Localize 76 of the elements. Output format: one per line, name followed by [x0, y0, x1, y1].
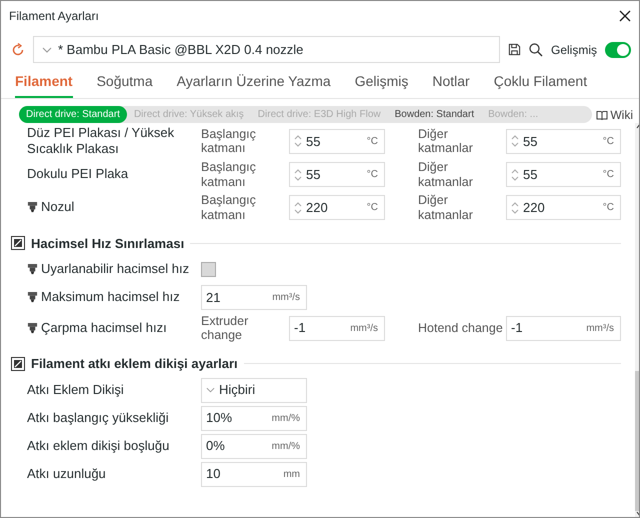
refresh-icon[interactable]: [11, 42, 25, 56]
number-field[interactable]: 55 °C: [289, 162, 385, 187]
unit-label: mm: [283, 468, 300, 482]
field-label: Diğer katmanlar: [418, 126, 474, 156]
preset-dropdown[interactable]: * Bambu PLA Basic @BBL X2D 0.4 nozzle: [33, 36, 500, 63]
number-field[interactable]: -1 mm³/s: [506, 316, 621, 340]
unit-label: mm/%: [272, 412, 300, 426]
setting-label: Atkı Eklem Dikişi: [27, 382, 124, 398]
unit-label: °C: [366, 201, 378, 215]
unit-label: mm³/s: [350, 322, 378, 336]
tab[interactable]: Ayarların Üzerine Yazma: [176, 69, 331, 98]
setting-label: Düz PEI Plakası / Yüksek Sıcaklık Plakası: [27, 125, 176, 158]
nozzle-icon: [27, 264, 38, 275]
setting-label: Atkı eklem dikişi boşluğu: [27, 438, 170, 454]
unit-label: °C: [602, 168, 614, 182]
setting-label: Dokulu PEI Plaka: [27, 166, 128, 183]
number-field[interactable]: 21 mm³/s: [201, 285, 307, 310]
unit-label: mm³/s: [272, 291, 300, 305]
spinner-icon[interactable]: [294, 168, 302, 182]
field-label: Diğer katmanlar: [418, 160, 474, 189]
search-icon[interactable]: [528, 42, 543, 56]
unit-label: °C: [602, 201, 614, 215]
close-icon[interactable]: [619, 10, 631, 22]
field-label: Başlangıç katmanı: [201, 160, 257, 189]
number-field[interactable]: 0% mm/%: [201, 434, 307, 458]
number-field[interactable]: 55 °C: [506, 162, 621, 187]
advanced-toggle[interactable]: [605, 42, 631, 58]
unit-label: mm/%: [272, 440, 300, 454]
number-field[interactable]: 55 °C: [506, 128, 621, 154]
spinner-icon[interactable]: [511, 168, 519, 182]
setting-label: Çarpma hacimsel hızı: [41, 320, 167, 336]
setting-label: Nozul: [41, 199, 74, 216]
save-icon[interactable]: [508, 43, 521, 56]
number-field[interactable]: 10 mm: [201, 462, 307, 486]
nozzle-icon: [27, 202, 38, 213]
unit-label: mm³/s: [586, 322, 614, 336]
chevron-icon: [206, 387, 215, 393]
unit-label: °C: [366, 168, 378, 182]
field-label: Başlangıç katmanı: [201, 126, 257, 156]
section-title: Hacimsel Hız Sınırlaması: [31, 234, 184, 252]
number-field[interactable]: 220 °C: [506, 195, 621, 220]
field-label: Hotend change: [418, 320, 504, 336]
number-field[interactable]: -1 mm³/s: [289, 316, 385, 340]
spinner-icon[interactable]: [511, 200, 519, 214]
dropdown[interactable]: Hiçbiri: [201, 378, 307, 402]
field-label: Diğer katmanlar: [418, 193, 474, 222]
tab[interactable]: Çoklu Filament: [494, 69, 588, 98]
number-field[interactable]: 10% mm/%: [201, 406, 307, 430]
number-field[interactable]: 220 °C: [289, 195, 385, 220]
window-title: Filament Ayarları: [9, 8, 99, 25]
advanced-label: Gelişmiş: [550, 42, 597, 58]
setting-label: Atkı uzunluğu: [27, 466, 106, 482]
checkbox[interactable]: [201, 262, 216, 277]
spinner-icon[interactable]: [294, 200, 302, 214]
spinner-icon[interactable]: [294, 134, 302, 148]
wiki-link[interactable]: Wiki: [610, 106, 633, 124]
collapse-icon[interactable]: [11, 356, 25, 371]
number-field[interactable]: 55 °C: [289, 128, 385, 154]
unit-label: °C: [602, 134, 614, 149]
setting-label: Atkı başlangıç yüksekliği: [27, 410, 169, 426]
setting-label: Maksimum hacimsel hız: [41, 289, 180, 306]
field-label: Extruder change: [201, 314, 250, 342]
setting-label: Uyarlanabilir hacimsel hız: [41, 261, 190, 278]
tab[interactable]: Soğutma: [96, 69, 153, 98]
nozzle-icon: [27, 322, 38, 334]
unit-label: °C: [366, 134, 378, 149]
variant-chip[interactable]: Bowden: Standart: [388, 106, 482, 123]
tab[interactable]: Gelişmiş: [354, 69, 408, 98]
field-label: Başlangıç katmanı: [201, 193, 257, 222]
chevron-icon: [42, 46, 52, 52]
book-icon: [596, 110, 608, 120]
nozzle-icon: [27, 292, 38, 303]
spinner-icon[interactable]: [511, 134, 519, 148]
collapse-icon[interactable]: [11, 236, 25, 250]
tab[interactable]: Notlar: [432, 69, 470, 98]
section-title: Filament atkı eklem dikişi ayarları: [31, 355, 238, 373]
